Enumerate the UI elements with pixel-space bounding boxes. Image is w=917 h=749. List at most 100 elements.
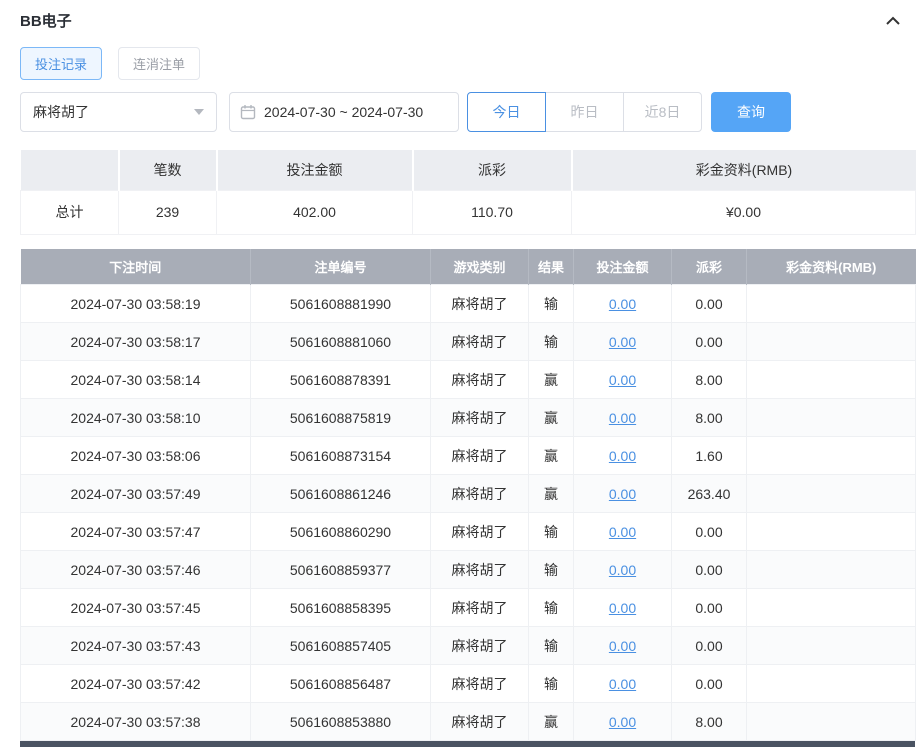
- payout-cell: 8.00: [671, 360, 747, 399]
- table-row: 2024-07-30 03:57:38 5061608853880 麻将胡了 赢…: [20, 702, 916, 741]
- order-id-cell: 5061608859377: [250, 550, 431, 589]
- summary-header-bet-amount: 投注金额: [215, 150, 413, 190]
- table-row: 2024-07-30 03:58:10 5061608875819 麻将胡了 赢…: [20, 398, 916, 437]
- bet-amount-link[interactable]: 0.00: [609, 410, 636, 426]
- bet-amount-link[interactable]: 0.00: [609, 600, 636, 616]
- game-type-cell: 麻将胡了: [430, 588, 529, 627]
- bet-amount-link[interactable]: 0.00: [609, 296, 636, 312]
- order-id-cell: 5061608860290: [250, 512, 431, 551]
- records-header-bet: 投注金额: [573, 248, 672, 285]
- records-header-time: 下注时间: [20, 248, 251, 285]
- payout-cell: 1.60: [671, 436, 747, 475]
- table-row: 2024-07-30 03:58:14 5061608878391 麻将胡了 赢…: [20, 360, 916, 399]
- table-row: 2024-07-30 03:57:43 5061608857405 麻将胡了 输…: [20, 626, 916, 665]
- bet-time-cell: 2024-07-30 03:57:42: [20, 664, 251, 703]
- chevron-down-icon: [194, 109, 204, 115]
- bet-time-cell: 2024-07-30 03:57:38: [20, 702, 251, 741]
- records-header-bonus: 彩金资料(RMB): [746, 248, 916, 285]
- records-table: 下注时间 注单编号 游戏类别 结果 投注金额 派彩 彩金资料(RMB) 2024…: [20, 248, 916, 741]
- game-type-cell: 麻将胡了: [430, 436, 529, 475]
- order-id-cell: 5061608875819: [250, 398, 431, 437]
- records-header-result: 结果: [528, 248, 574, 285]
- game-type-cell: 麻将胡了: [430, 360, 529, 399]
- records-header-game: 游戏类别: [430, 248, 529, 285]
- table-row: 2024-07-30 03:58:06 5061608873154 麻将胡了 赢…: [20, 436, 916, 475]
- result-cell: 输: [528, 664, 574, 703]
- records-header-payout: 派彩: [671, 248, 747, 285]
- game-type-cell: 麻将胡了: [430, 512, 529, 551]
- bonus-cell: [746, 588, 916, 627]
- game-type-cell: 麻将胡了: [430, 474, 529, 513]
- payout-cell: 8.00: [671, 398, 747, 437]
- game-type-cell: 麻将胡了: [430, 284, 529, 323]
- bet-amount-cell: 0.00: [573, 550, 672, 589]
- table-row: 2024-07-30 03:57:42 5061608856487 麻将胡了 输…: [20, 664, 916, 703]
- yesterday-button[interactable]: 昨日: [545, 92, 624, 132]
- bb-electronic-panel: BB电子 投注记录 连消注单 麻将胡了 2024-07-30 ~ 2024-07…: [20, 0, 916, 747]
- table-row: 2024-07-30 03:57:46 5061608859377 麻将胡了 输…: [20, 550, 916, 589]
- game-select[interactable]: 麻将胡了: [20, 92, 217, 132]
- payout-cell: 0.00: [671, 626, 747, 665]
- today-button[interactable]: 今日: [467, 92, 546, 132]
- summary-header-row: 笔数 投注金额 派彩 彩金资料(RMB): [20, 150, 916, 190]
- bet-time-cell: 2024-07-30 03:58:10: [20, 398, 251, 437]
- collapse-button[interactable]: [883, 13, 903, 29]
- bet-amount-link[interactable]: 0.00: [609, 448, 636, 464]
- bet-time-cell: 2024-07-30 03:58:14: [20, 360, 251, 399]
- table-row: 2024-07-30 03:58:19 5061608881990 麻将胡了 输…: [20, 284, 916, 323]
- bet-amount-link[interactable]: 0.00: [609, 638, 636, 654]
- bonus-cell: [746, 322, 916, 361]
- bonus-cell: [746, 284, 916, 323]
- tab-cancelled-orders[interactable]: 连消注单: [118, 47, 201, 80]
- bonus-cell: [746, 474, 916, 513]
- bet-time-cell: 2024-07-30 03:58:19: [20, 284, 251, 323]
- bet-amount-link[interactable]: 0.00: [609, 714, 636, 730]
- tab-bet-records[interactable]: 投注记录: [20, 47, 103, 80]
- game-type-cell: 麻将胡了: [430, 550, 529, 589]
- bet-amount-link[interactable]: 0.00: [609, 372, 636, 388]
- records-table-body: 2024-07-30 03:58:19 5061608881990 麻将胡了 输…: [20, 284, 916, 741]
- game-select-value: 麻将胡了: [33, 104, 89, 120]
- game-type-cell: 麻将胡了: [430, 702, 529, 741]
- order-id-cell: 5061608873154: [250, 436, 431, 475]
- result-cell: 赢: [528, 436, 574, 475]
- order-id-cell: 5061608857405: [250, 626, 431, 665]
- bonus-cell: [746, 512, 916, 551]
- table-row: 2024-07-30 03:57:45 5061608858395 麻将胡了 输…: [20, 588, 916, 627]
- order-id-cell: 5061608861246: [250, 474, 431, 513]
- bet-amount-cell: 0.00: [573, 284, 672, 323]
- result-cell: 输: [528, 550, 574, 589]
- summary-table: 笔数 投注金额 派彩 彩金资料(RMB) 总计 239 402.00 110.7…: [20, 150, 916, 235]
- bet-amount-link[interactable]: 0.00: [609, 676, 636, 692]
- records-header-row: 下注时间 注单编号 游戏类别 结果 投注金额 派彩 彩金资料(RMB): [20, 248, 916, 285]
- summary-header-bonus: 彩金资料(RMB): [570, 150, 916, 190]
- bet-amount-cell: 0.00: [573, 626, 672, 665]
- order-id-cell: 5061608881060: [250, 322, 431, 361]
- payout-cell: 0.00: [671, 588, 747, 627]
- payout-cell: 0.00: [671, 284, 747, 323]
- summary-header-empty: [20, 150, 119, 190]
- bet-amount-link[interactable]: 0.00: [609, 562, 636, 578]
- bet-amount-cell: 0.00: [573, 322, 672, 361]
- summary-total-row: 总计 239 402.00 110.70 ¥0.00: [20, 189, 916, 235]
- bet-amount-link[interactable]: 0.00: [609, 524, 636, 540]
- bet-amount-cell: 0.00: [573, 512, 672, 551]
- next-section-bar[interactable]: [20, 741, 915, 747]
- bet-time-cell: 2024-07-30 03:57:46: [20, 550, 251, 589]
- bet-amount-link[interactable]: 0.00: [609, 334, 636, 350]
- bet-time-cell: 2024-07-30 03:57:45: [20, 588, 251, 627]
- date-range-picker[interactable]: 2024-07-30 ~ 2024-07-30: [229, 92, 459, 132]
- tabs: 投注记录 连消注单: [20, 47, 915, 80]
- chevron-up-icon: [885, 15, 901, 27]
- bonus-cell: [746, 360, 916, 399]
- bet-amount-cell: 0.00: [573, 474, 672, 513]
- bet-time-cell: 2024-07-30 03:57:47: [20, 512, 251, 551]
- quick-date-group: 今日 昨日 近8日: [467, 92, 702, 132]
- bet-time-cell: 2024-07-30 03:57:43: [20, 626, 251, 665]
- search-button[interactable]: 查询: [711, 92, 791, 132]
- payout-cell: 0.00: [671, 550, 747, 589]
- filter-bar: 麻将胡了 2024-07-30 ~ 2024-07-30 今日 昨日 近8日 查…: [20, 92, 915, 132]
- last8days-button[interactable]: 近8日: [623, 92, 702, 132]
- calendar-icon: [240, 104, 256, 120]
- bet-amount-link[interactable]: 0.00: [609, 486, 636, 502]
